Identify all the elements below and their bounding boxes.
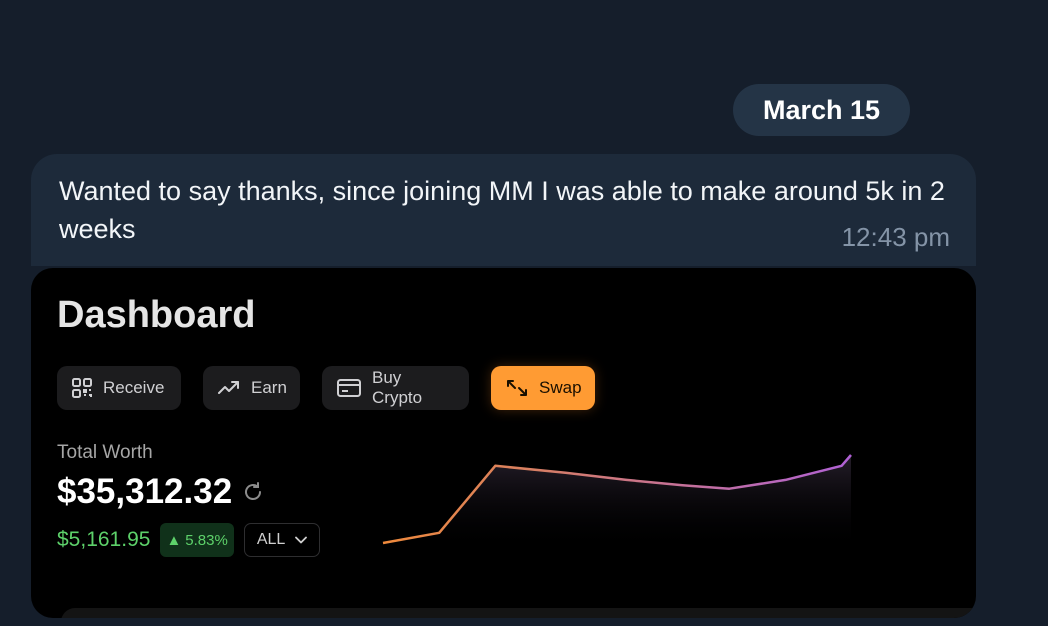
card-icon: [336, 378, 362, 398]
earn-label: Earn: [251, 378, 287, 397]
date-label: March 15: [762, 94, 881, 125]
swap-arrows-icon: [505, 378, 529, 398]
buy-crypto-label: Buy Crypto: [372, 368, 423, 407]
receive-button[interactable]: Receive: [57, 366, 181, 410]
receive-label: Receive: [103, 378, 165, 397]
up-triangle-icon: ▲: [166, 531, 182, 549]
buy-crypto-button[interactable]: Buy Crypto: [322, 366, 469, 410]
swap-button[interactable]: Swap: [491, 366, 595, 410]
range-select-value: ALL: [256, 531, 286, 548]
range-select[interactable]: ALL: [243, 523, 321, 557]
message-timestamp: 12:43 pm: [841, 222, 950, 252]
qr-code-icon: [71, 377, 93, 399]
total-worth-value: $35,312.32: [57, 472, 233, 511]
dashboard-title: Dashboard: [57, 294, 256, 336]
total-worth-value-row: $35,312.32: [57, 472, 264, 512]
chevron-down-icon: [295, 531, 308, 549]
trend-up-icon: [217, 378, 241, 398]
change-row: $5,161.95 ▲ 5.83% ALL: [57, 523, 321, 557]
next-card-edge: [61, 608, 976, 618]
attached-screenshot[interactable]: Dashboard Receive Earn Buy Crypto Swap T…: [31, 268, 976, 618]
action-bar: Receive Earn Buy Crypto Swap: [57, 366, 595, 410]
total-worth-label: Total Worth: [57, 442, 153, 463]
message-bubble[interactable]: Wanted to say thanks, since joining MM I…: [31, 154, 976, 266]
total-worth-chart: [382, 454, 852, 551]
message-text: Wanted to say thanks, since joining MM I…: [59, 176, 945, 244]
swap-label: Swap: [539, 378, 582, 397]
refresh-icon[interactable]: [242, 472, 264, 512]
earn-button[interactable]: Earn: [203, 366, 300, 410]
change-percent: 5.83%: [185, 531, 228, 549]
date-separator: March 15: [733, 84, 910, 136]
change-percent-badge: ▲ 5.83%: [160, 523, 234, 557]
change-amount: $5,161.95: [57, 528, 151, 551]
chart-area-fill: [383, 455, 851, 551]
